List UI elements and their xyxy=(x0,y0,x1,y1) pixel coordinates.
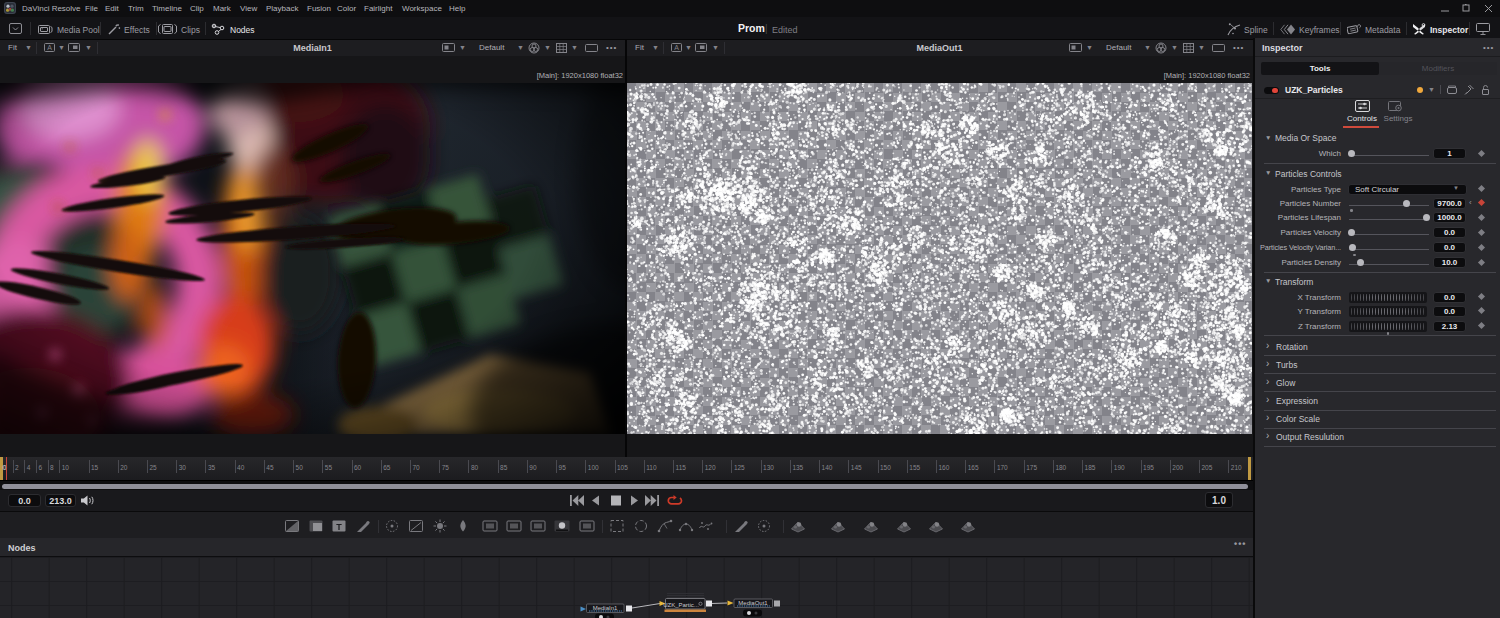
svg-text:MediaOut1: MediaOut1 xyxy=(738,600,768,606)
svg-text:UZK_Partic...: UZK_Partic... xyxy=(663,602,699,608)
svg-text:MediaIn1: MediaIn1 xyxy=(593,605,618,611)
svg-text:T: T xyxy=(336,522,342,532)
